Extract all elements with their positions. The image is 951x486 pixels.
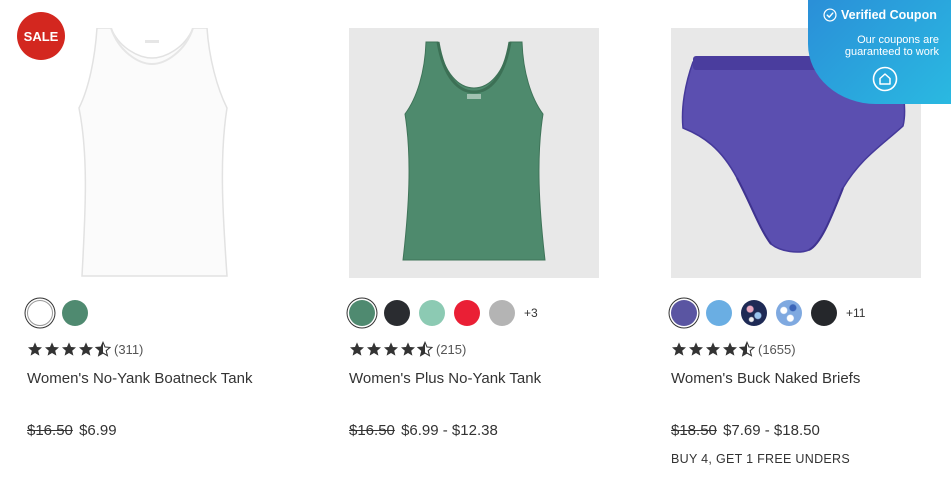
- product-card[interactable]: (311) Women's No-Yank Boatneck Tank $16.…: [27, 28, 279, 439]
- star-icon: [706, 342, 720, 356]
- star-icon: [401, 342, 415, 356]
- green-tank-image: [402, 41, 546, 261]
- star-rating: [349, 341, 434, 357]
- color-swatches: +11: [671, 299, 865, 327]
- star-icon: [723, 342, 737, 356]
- star-icon: [79, 342, 93, 356]
- half-star-icon: [739, 341, 755, 357]
- star-rating: [27, 341, 112, 357]
- product-title[interactable]: Women's Buck Naked Briefs: [671, 370, 860, 387]
- sale-price: $6.99: [79, 422, 117, 439]
- product-image[interactable]: [27, 28, 277, 278]
- rating[interactable]: (1655): [671, 340, 796, 358]
- product-card[interactable]: +3 (215) Women's Plus No-Yank Tank $16.5…: [349, 28, 601, 439]
- color-swatch-green[interactable]: [62, 300, 88, 326]
- original-price: $18.50: [671, 422, 717, 439]
- price: $16.50 $6.99: [27, 422, 117, 439]
- verified-coupon-widget[interactable]: Verified Coupon Our coupons are guarante…: [808, 0, 951, 104]
- sale-price: $6.99 - $12.38: [401, 422, 498, 439]
- original-price: $16.50: [27, 422, 73, 439]
- star-icon: [689, 342, 703, 356]
- half-star-icon: [95, 341, 111, 357]
- color-swatch-purple[interactable]: [671, 300, 697, 326]
- coupon-title: Verified Coupon: [841, 8, 937, 22]
- product-title[interactable]: Women's Plus No-Yank Tank: [349, 370, 541, 387]
- color-swatch-black[interactable]: [384, 300, 410, 326]
- star-icon: [672, 342, 686, 356]
- price: $18.50 $7.69 - $18.50: [671, 422, 820, 439]
- star-rating: [671, 341, 756, 357]
- verified-check-icon: [823, 8, 837, 22]
- coupon-subtitle: Our coupons are guaranteed to work: [844, 34, 939, 58]
- sale-badge: SALE: [17, 12, 65, 60]
- review-count: (215): [436, 341, 467, 357]
- rating[interactable]: (215): [349, 340, 466, 358]
- rating[interactable]: (311): [27, 340, 143, 358]
- star-icon: [384, 342, 398, 356]
- color-swatch-green[interactable]: [349, 300, 375, 326]
- color-swatches: +3: [349, 299, 538, 327]
- star-icon: [45, 342, 59, 356]
- review-count: (311): [114, 341, 144, 357]
- color-swatch-light-blue[interactable]: [706, 300, 732, 326]
- star-icon: [62, 342, 76, 356]
- color-swatch-red[interactable]: [454, 300, 480, 326]
- more-colors-link[interactable]: +3: [524, 306, 538, 320]
- review-count: (1655): [758, 341, 796, 357]
- white-tank-image: [78, 28, 228, 277]
- color-swatch-white[interactable]: [27, 300, 53, 326]
- coupon-home-icon[interactable]: [872, 66, 898, 92]
- color-swatch-black[interactable]: [811, 300, 837, 326]
- color-swatch-navy-floral[interactable]: [741, 300, 767, 326]
- coupon-header: Verified Coupon: [823, 8, 937, 22]
- original-price: $16.50: [349, 422, 395, 439]
- color-swatch-blue-print[interactable]: [776, 300, 802, 326]
- color-swatch-gray[interactable]: [489, 300, 515, 326]
- star-icon: [350, 342, 364, 356]
- more-colors-link[interactable]: +11: [846, 306, 865, 320]
- color-swatches: [27, 299, 97, 327]
- star-icon: [28, 342, 42, 356]
- star-icon: [367, 342, 381, 356]
- price: $16.50 $6.99 - $12.38: [349, 422, 498, 439]
- half-star-icon: [417, 341, 433, 357]
- sale-price: $7.69 - $18.50: [723, 422, 820, 439]
- color-swatch-mint[interactable]: [419, 300, 445, 326]
- product-title[interactable]: Women's No-Yank Boatneck Tank: [27, 370, 252, 387]
- product-image[interactable]: [349, 28, 599, 278]
- promo-text[interactable]: BUY 4, GET 1 FREE UNDERS: [671, 452, 850, 466]
